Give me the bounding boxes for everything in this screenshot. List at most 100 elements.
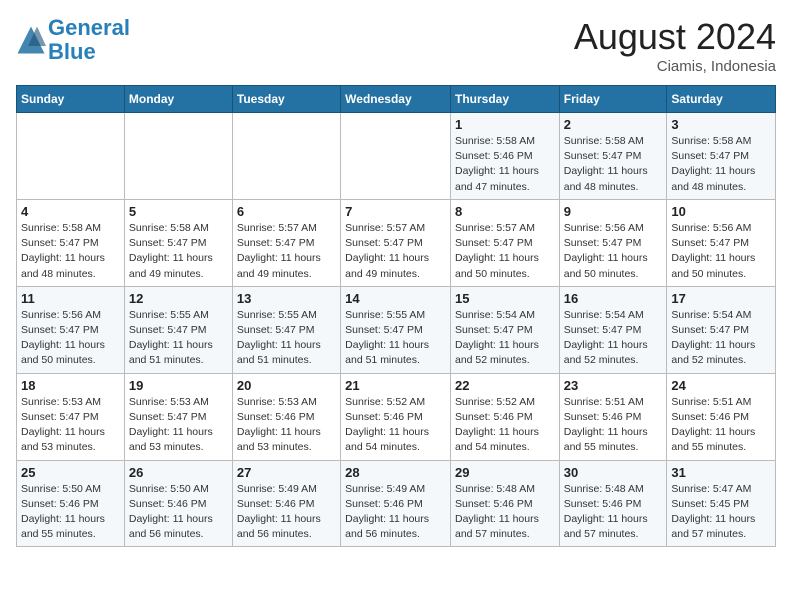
day-number: 19 (129, 378, 228, 393)
calendar-cell: 1Sunrise: 5:58 AM Sunset: 5:46 PM Daylig… (450, 113, 559, 200)
calendar-cell: 22Sunrise: 5:52 AM Sunset: 5:46 PM Dayli… (450, 373, 559, 460)
calendar-cell: 18Sunrise: 5:53 AM Sunset: 5:47 PM Dayli… (17, 373, 125, 460)
logo-icon (16, 25, 46, 55)
calendar-cell: 29Sunrise: 5:48 AM Sunset: 5:46 PM Dayli… (450, 460, 559, 547)
day-info: Sunrise: 5:49 AM Sunset: 5:46 PM Dayligh… (237, 482, 336, 543)
calendar-cell (232, 113, 340, 200)
logo: General Blue (16, 16, 130, 64)
calendar-cell: 16 Sunrise: 5:54 AM Sunset: 5:47 PM Dayli… (559, 286, 667, 373)
calendar-cell: 6 Sunrise: 5:57 AM Sunset: 5:47 PM Daylig… (232, 199, 340, 286)
calendar-cell: 28Sunrise: 5:49 AM Sunset: 5:46 PM Dayli… (341, 460, 451, 547)
calendar-cell: 23Sunrise: 5:51 AM Sunset: 5:46 PM Dayli… (559, 373, 667, 460)
calendar-cell: 31Sunrise: 5:47 AM Sunset: 5:45 PM Dayli… (667, 460, 776, 547)
day-info: Sunrise: 5:53 AM Sunset: 5:46 PM Dayligh… (237, 395, 336, 456)
calendar-table: SundayMondayTuesdayWednesdayThursdayFrid… (16, 85, 776, 547)
day-number: 20 (237, 378, 336, 393)
day-info: Sunrise: 5:56 AM Sunset: 5:47 PM Dayligh… (21, 308, 120, 369)
weekday-header-tuesday: Tuesday (232, 86, 340, 113)
day-number: 25 (21, 465, 120, 480)
calendar-cell: 14 Sunrise: 5:55 AM Sunset: 5:47 PM Dayli… (341, 286, 451, 373)
calendar-cell: 24Sunrise: 5:51 AM Sunset: 5:46 PM Dayli… (667, 373, 776, 460)
day-number: 7 (345, 204, 446, 219)
calendar-cell: 11 Sunrise: 5:56 AM Sunset: 5:47 PM Dayli… (17, 286, 125, 373)
day-info: Sunrise: 5:47 AM Sunset: 5:45 PM Dayligh… (671, 482, 771, 543)
calendar-cell: 21 Sunrise: 5:52 AM Sunset: 5:46 PM Dayli… (341, 373, 451, 460)
day-number: 16 (564, 291, 663, 306)
calendar-cell: 3 Sunrise: 5:58 AM Sunset: 5:47 PM Daylig… (667, 113, 776, 200)
day-info: Sunrise: 5:48 AM Sunset: 5:46 PM Dayligh… (564, 482, 663, 543)
day-info: Sunrise: 5:50 AM Sunset: 5:46 PM Dayligh… (21, 482, 120, 543)
weekday-header-wednesday: Wednesday (341, 86, 451, 113)
calendar-cell: 13 Sunrise: 5:55 AM Sunset: 5:47 PM Dayli… (232, 286, 340, 373)
day-info: Sunrise: 5:58 AM Sunset: 5:47 PM Dayligh… (21, 221, 120, 282)
calendar-cell: 19 Sunrise: 5:53 AM Sunset: 5:47 PM Dayli… (124, 373, 232, 460)
week-row-3: 11 Sunrise: 5:56 AM Sunset: 5:47 PM Dayli… (17, 286, 776, 373)
calendar-cell (341, 113, 451, 200)
day-info: Sunrise: 5:58 AM Sunset: 5:47 PM Dayligh… (129, 221, 228, 282)
day-number: 10 (671, 204, 771, 219)
calendar-cell: 17Sunrise: 5:54 AM Sunset: 5:47 PM Dayli… (667, 286, 776, 373)
day-number: 9 (564, 204, 663, 219)
page-header: General Blue August 2024 Ciamis, Indones… (16, 16, 776, 75)
day-number: 11 (21, 291, 120, 306)
day-info: Sunrise: 5:52 AM Sunset: 5:46 PM Dayligh… (345, 395, 446, 456)
week-row-1: 1Sunrise: 5:58 AM Sunset: 5:46 PM Daylig… (17, 113, 776, 200)
day-info: Sunrise: 5:55 AM Sunset: 5:47 PM Dayligh… (237, 308, 336, 369)
logo-text: General Blue (48, 16, 130, 64)
day-info: Sunrise: 5:50 AM Sunset: 5:46 PM Dayligh… (129, 482, 228, 543)
calendar-cell: 5 Sunrise: 5:58 AM Sunset: 5:47 PM Daylig… (124, 199, 232, 286)
day-number: 30 (564, 465, 663, 480)
logo-line2: Blue (48, 39, 96, 64)
calendar-cell: 20 Sunrise: 5:53 AM Sunset: 5:46 PM Dayli… (232, 373, 340, 460)
location-subtitle: Ciamis, Indonesia (574, 58, 776, 75)
day-number: 2 (564, 117, 663, 132)
calendar-cell: 15 Sunrise: 5:54 AM Sunset: 5:47 PM Dayli… (450, 286, 559, 373)
day-info: Sunrise: 5:51 AM Sunset: 5:46 PM Dayligh… (564, 395, 663, 456)
calendar-cell: 2Sunrise: 5:58 AM Sunset: 5:47 PM Daylig… (559, 113, 667, 200)
day-info: Sunrise: 5:55 AM Sunset: 5:47 PM Dayligh… (345, 308, 446, 369)
day-info: Sunrise: 5:54 AM Sunset: 5:47 PM Dayligh… (671, 308, 771, 369)
calendar-cell: 8 Sunrise: 5:57 AM Sunset: 5:47 PM Daylig… (450, 199, 559, 286)
day-number: 3 (671, 117, 771, 132)
weekday-header-row: SundayMondayTuesdayWednesdayThursdayFrid… (17, 86, 776, 113)
day-number: 14 (345, 291, 446, 306)
weekday-header-thursday: Thursday (450, 86, 559, 113)
logo-line1: General (48, 15, 130, 40)
day-number: 1 (455, 117, 555, 132)
calendar-cell: 7 Sunrise: 5:57 AM Sunset: 5:47 PM Daylig… (341, 199, 451, 286)
day-number: 6 (237, 204, 336, 219)
day-number: 8 (455, 204, 555, 219)
day-number: 5 (129, 204, 228, 219)
calendar-cell: 10Sunrise: 5:56 AM Sunset: 5:47 PM Dayli… (667, 199, 776, 286)
calendar-cell (17, 113, 125, 200)
day-info: Sunrise: 5:58 AM Sunset: 5:47 PM Dayligh… (671, 134, 771, 195)
title-block: August 2024 Ciamis, Indonesia (574, 16, 776, 75)
calendar-cell (124, 113, 232, 200)
day-info: Sunrise: 5:49 AM Sunset: 5:46 PM Dayligh… (345, 482, 446, 543)
weekday-header-monday: Monday (124, 86, 232, 113)
calendar-cell: 4 Sunrise: 5:58 AM Sunset: 5:47 PM Daylig… (17, 199, 125, 286)
day-info: Sunrise: 5:57 AM Sunset: 5:47 PM Dayligh… (455, 221, 555, 282)
day-info: Sunrise: 5:54 AM Sunset: 5:47 PM Dayligh… (455, 308, 555, 369)
day-number: 26 (129, 465, 228, 480)
day-info: Sunrise: 5:57 AM Sunset: 5:47 PM Dayligh… (345, 221, 446, 282)
day-number: 24 (671, 378, 771, 393)
day-info: Sunrise: 5:57 AM Sunset: 5:47 PM Dayligh… (237, 221, 336, 282)
day-number: 4 (21, 204, 120, 219)
day-info: Sunrise: 5:56 AM Sunset: 5:47 PM Dayligh… (564, 221, 663, 282)
weekday-header-sunday: Sunday (17, 86, 125, 113)
calendar-cell: 25 Sunrise: 5:50 AM Sunset: 5:46 PM Dayli… (17, 460, 125, 547)
day-number: 29 (455, 465, 555, 480)
week-row-2: 4 Sunrise: 5:58 AM Sunset: 5:47 PM Daylig… (17, 199, 776, 286)
day-info: Sunrise: 5:54 AM Sunset: 5:47 PM Dayligh… (564, 308, 663, 369)
day-number: 13 (237, 291, 336, 306)
day-number: 21 (345, 378, 446, 393)
day-info: Sunrise: 5:53 AM Sunset: 5:47 PM Dayligh… (129, 395, 228, 456)
weekday-header-friday: Friday (559, 86, 667, 113)
day-number: 15 (455, 291, 555, 306)
day-info: Sunrise: 5:52 AM Sunset: 5:46 PM Dayligh… (455, 395, 555, 456)
month-title: August 2024 (574, 16, 776, 58)
day-number: 18 (21, 378, 120, 393)
weekday-header-saturday: Saturday (667, 86, 776, 113)
calendar-cell: 26 Sunrise: 5:50 AM Sunset: 5:46 PM Dayli… (124, 460, 232, 547)
